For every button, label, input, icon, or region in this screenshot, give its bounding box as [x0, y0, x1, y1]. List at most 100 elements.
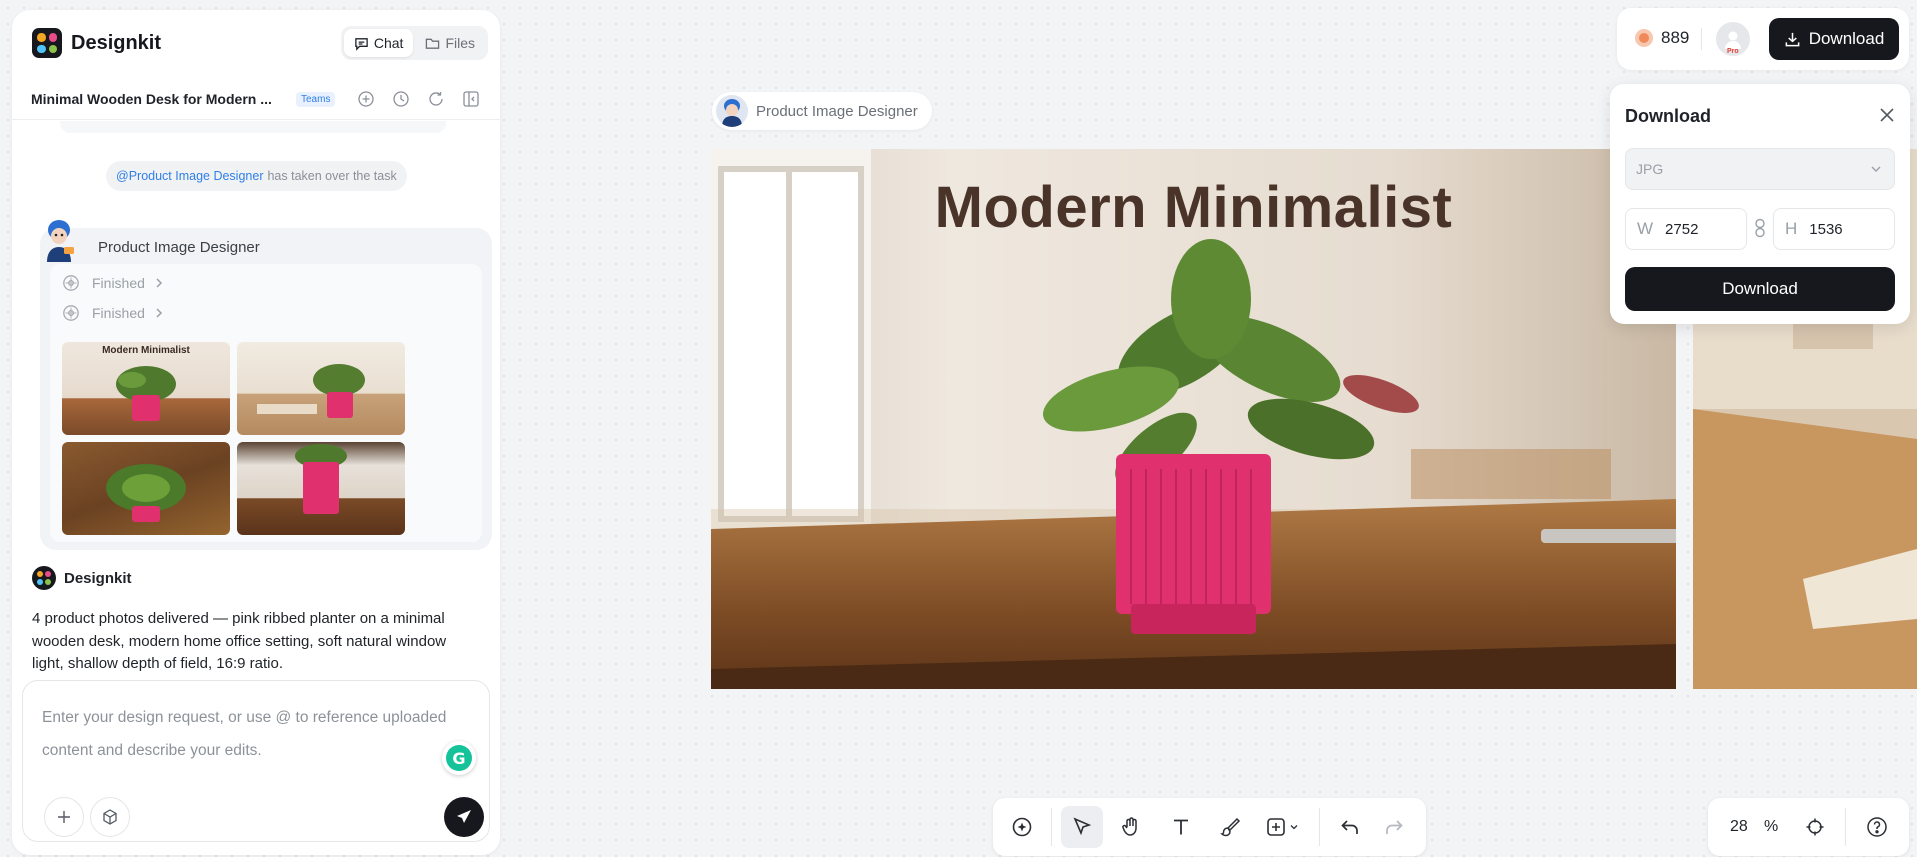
result-thumbnail[interactable]: Modern Minimalist [62, 342, 230, 435]
project-title[interactable]: Minimal Wooden Desk for Modern ... [31, 91, 286, 107]
gear-icon [62, 274, 80, 292]
width-label: W [1637, 219, 1654, 238]
download-icon [1785, 32, 1800, 46]
top-bar: 889 Pro Download [1617, 8, 1909, 70]
prompt-input[interactable]: Enter your design request, or use @ to r… [42, 701, 462, 767]
chevron-right-icon [153, 307, 165, 319]
zoom-unit: % [1764, 818, 1779, 835]
popover-title: Download [1625, 106, 1711, 126]
help-icon[interactable] [1866, 816, 1888, 838]
format-select[interactable]: JPG [1625, 148, 1895, 190]
width-value: 2752 [1665, 220, 1699, 238]
download-popover: Download JPG W 2752 H 1536 Download [1610, 84, 1910, 324]
chevron-right-icon [153, 277, 165, 289]
redo-icon[interactable] [1373, 806, 1415, 848]
frame-label[interactable]: Product Image Designer [712, 92, 932, 130]
refresh-icon[interactable] [427, 90, 445, 108]
assets-button[interactable] [90, 797, 130, 837]
zoom-value[interactable]: 28 [1730, 818, 1748, 836]
gear-icon [62, 304, 80, 322]
credits-balance[interactable]: 889 [1635, 28, 1689, 48]
chat-panel: Designkit Chat Files Minimal Wooden Desk… [12, 10, 500, 855]
step-status: Finished [92, 305, 145, 321]
reply-author: Designkit [64, 569, 132, 587]
takeover-notice: @Product Image Designer has taken over t… [106, 161, 407, 191]
zoom-panel: 28 % [1708, 798, 1909, 856]
cube-icon [103, 809, 117, 825]
takeover-text: has taken over the task [267, 169, 397, 183]
designkit-avatar-icon [32, 566, 56, 590]
frame-label-text: Product Image Designer [756, 102, 918, 120]
hand-pan-icon[interactable] [1110, 806, 1152, 848]
grammarly-label: G [446, 745, 472, 771]
app-logo[interactable]: Designkit [32, 28, 161, 58]
coin-icon [1635, 29, 1653, 47]
step-item[interactable]: Finished [62, 304, 165, 322]
step-item[interactable]: Finished [62, 274, 165, 292]
chevron-down-icon [1871, 166, 1881, 172]
attach-button[interactable] [44, 797, 84, 837]
plus-icon [58, 811, 70, 823]
agent-avatar [716, 95, 748, 127]
divider [1701, 28, 1702, 50]
tab-files-label: Files [445, 35, 475, 51]
composer: Enter your design request, or use @ to r… [22, 680, 490, 842]
brush-icon[interactable] [1209, 806, 1251, 848]
tab-chat-label: Chat [373, 35, 404, 51]
undo-icon[interactable] [1329, 806, 1371, 848]
result-thumbnail[interactable] [237, 442, 405, 535]
fit-view-icon[interactable] [1805, 817, 1825, 837]
panel-header: Designkit Chat Files Minimal Wooden Desk… [12, 10, 500, 120]
download-button-label: Download [1808, 29, 1885, 48]
agent-name: Product Image Designer [98, 239, 260, 256]
confirm-download-button[interactable]: Download [1625, 267, 1895, 311]
canvas-toolbar [993, 798, 1426, 856]
thumbnail-caption: Modern Minimalist [102, 345, 190, 356]
panel-collapse-icon[interactable] [462, 90, 480, 108]
agent-task-box: Finished Finished Modern Minimalist [50, 264, 482, 542]
format-value: JPG [1636, 161, 1664, 177]
divider [1319, 808, 1320, 846]
divider [1051, 808, 1052, 846]
grammarly-icon[interactable]: G [442, 741, 476, 775]
send-icon [457, 810, 471, 823]
chat-messages[interactable]: @Product Image Designer has taken over t… [12, 121, 500, 681]
chat-icon [355, 37, 368, 51]
credits-value: 889 [1661, 28, 1690, 47]
pro-badge: Pro [1727, 48, 1739, 55]
height-value: 1536 [1809, 220, 1843, 238]
text-icon[interactable] [1160, 806, 1202, 848]
tab-files[interactable]: Files [415, 29, 485, 57]
agent-mention[interactable]: @Product Image Designer [116, 169, 263, 183]
previous-message-edge [60, 121, 446, 133]
ai-add-icon[interactable] [1001, 806, 1043, 848]
download-button[interactable]: Download [1769, 18, 1899, 60]
height-field[interactable]: H 1536 [1773, 208, 1895, 250]
result-thumbnail[interactable] [62, 442, 230, 535]
height-label: H [1785, 219, 1798, 238]
add-circle-icon[interactable] [357, 90, 375, 108]
send-button[interactable] [444, 797, 484, 837]
tab-chat[interactable]: Chat [343, 29, 414, 57]
app-name: Designkit [71, 31, 162, 54]
close-icon[interactable] [1878, 106, 1896, 124]
agent-avatar [38, 216, 80, 264]
insert-icon[interactable] [1258, 806, 1310, 848]
result-thumbnails: Modern Minimalist [62, 342, 405, 535]
divider [1845, 808, 1846, 846]
result-thumbnail[interactable] [237, 342, 405, 435]
link-aspect-icon[interactable] [1753, 218, 1767, 238]
step-status: Finished [92, 275, 145, 291]
folder-icon [426, 38, 440, 49]
user-icon [1725, 31, 1741, 49]
history-icon[interactable] [392, 90, 410, 108]
reply-text: 4 product photos delivered — pink ribbed… [32, 610, 447, 672]
select-cursor-icon[interactable] [1061, 806, 1103, 848]
project-title-row: Minimal Wooden Desk for Modern ... Teams [31, 88, 491, 110]
designkit-logo-icon [32, 28, 62, 58]
width-field[interactable]: W 2752 [1625, 208, 1747, 250]
teams-badge: Teams [296, 91, 336, 107]
image-title-text: Modern Minimalist [934, 175, 1453, 240]
main-product-image[interactable]: Modern Minimalist [711, 149, 1676, 689]
assistant-reply: Designkit 4 product photos delivered — p… [32, 566, 482, 676]
